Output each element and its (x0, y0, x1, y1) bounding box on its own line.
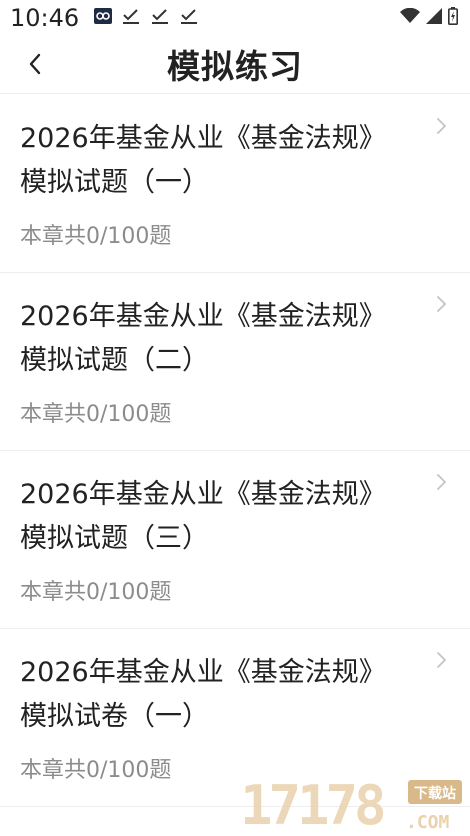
item-progress: 本章共0/100题 (20, 580, 172, 605)
app-header: 模拟练习 (0, 34, 470, 94)
list-item[interactable]: 2026年基金从业《基金法规》模拟试题（二） 本章共0/100题 (0, 273, 470, 451)
svg-text:17178: 17178 (240, 774, 384, 834)
check-icon (181, 9, 197, 24)
item-progress: 本章共0/100题 (20, 402, 172, 427)
item-title: 2026年基金从业《基金法规》模拟试题（一） (20, 123, 386, 198)
svg-text:.COM: .COM (406, 812, 450, 833)
app-badge-icon (94, 8, 112, 24)
chevron-right-icon (437, 296, 446, 312)
status-bar: 10:46 (0, 0, 470, 34)
item-title: 2026年基金从业《基金法规》模拟试卷（一） (20, 657, 386, 732)
signal-icon (426, 8, 442, 24)
chevron-right-icon (437, 118, 446, 134)
chevron-right-icon (437, 652, 446, 668)
page-title: 模拟练习 (167, 47, 303, 86)
status-time: 10:46 (10, 4, 80, 32)
item-title: 2026年基金从业《基金法规》模拟试题（二） (20, 301, 386, 376)
item-progress: 本章共0/100题 (20, 224, 172, 249)
svg-text:下载站: 下载站 (414, 785, 456, 802)
status-indicators (400, 7, 458, 25)
battery-icon (448, 7, 458, 25)
item-progress: 本章共0/100题 (20, 758, 172, 783)
check-icon (152, 9, 168, 24)
exercise-list: 2026年基金从业《基金法规》模拟试题（一） 本章共0/100题 2026年基金… (0, 95, 470, 807)
chevron-right-icon (437, 474, 446, 490)
list-item[interactable]: 2026年基金从业《基金法规》模拟试题（三） 本章共0/100题 (0, 451, 470, 629)
item-title: 2026年基金从业《基金法规》模拟试题（三） (20, 479, 386, 554)
list-item[interactable]: 2026年基金从业《基金法规》模拟试题（一） 本章共0/100题 (0, 95, 470, 273)
check-icon (123, 9, 139, 24)
site-watermark-logo: 17178 下载站 .COM (240, 774, 462, 834)
wifi-icon (400, 8, 420, 23)
